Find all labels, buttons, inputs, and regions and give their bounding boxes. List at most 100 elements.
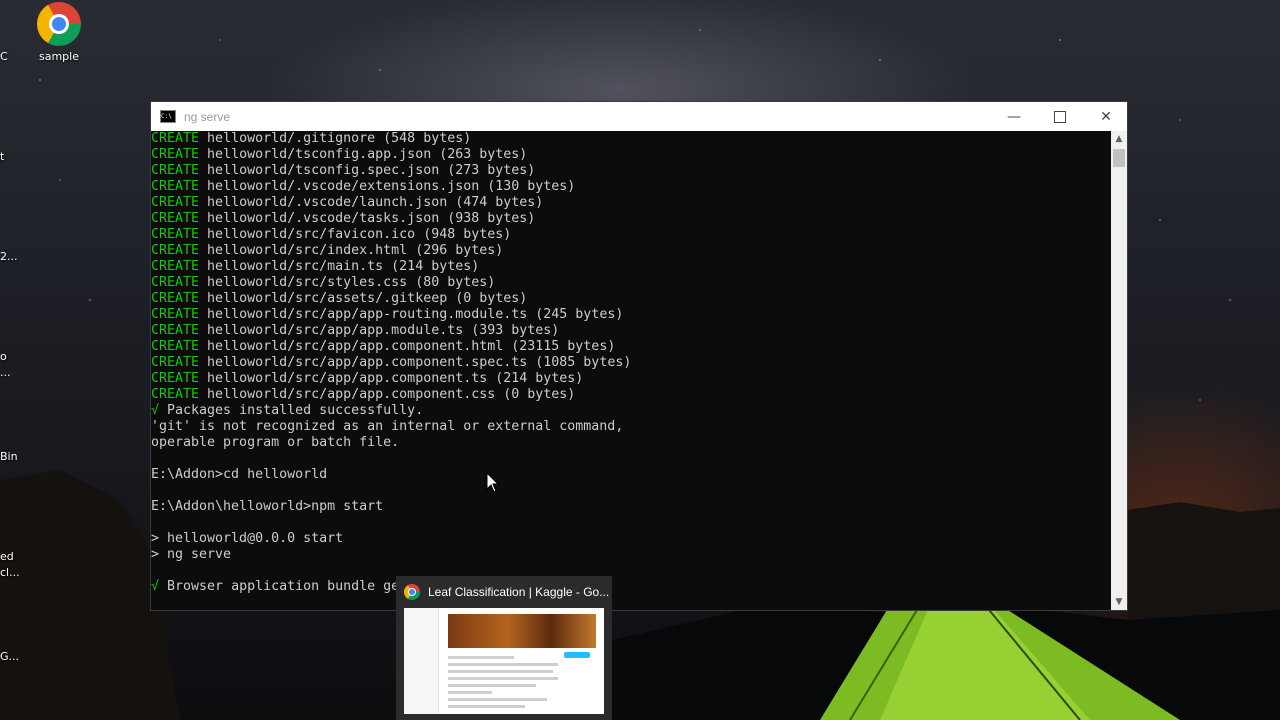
- console-line: 'git' is not recognized as an internal o…: [151, 419, 1112, 435]
- chrome-icon: [404, 583, 420, 600]
- desktop-edge-label[interactable]: ...: [0, 366, 11, 379]
- create-keyword: CREATE: [151, 179, 200, 194]
- desktop-edge-label[interactable]: 2...: [0, 250, 18, 263]
- console-line: CREATE helloworld/.vscode/launch.json (4…: [151, 195, 1112, 211]
- console-line: CREATE helloworld/src/app/app.component.…: [151, 371, 1112, 387]
- checkmark-icon: √: [151, 579, 160, 594]
- scroll-up-arrow-icon[interactable]: ▲: [1111, 131, 1127, 147]
- console-line-text: Packages installed successfully.: [159, 403, 424, 418]
- console-line: CREATE helloworld/src/favicon.ico (948 b…: [151, 227, 1112, 243]
- create-keyword: CREATE: [151, 147, 200, 162]
- window-titlebar[interactable]: C:\ ng serve — ✕: [151, 102, 1127, 131]
- desktop-edge-label[interactable]: ed: [0, 550, 14, 563]
- create-keyword: CREATE: [151, 339, 200, 354]
- taskbar-thumbnail-preview[interactable]: Leaf Classification | Kaggle - Go...: [396, 576, 612, 720]
- console-line: > ng serve: [151, 547, 1112, 563]
- console-line-text: helloworld/.gitignore (548 bytes): [199, 131, 472, 146]
- console-line: CREATE helloworld/src/app/app.component.…: [151, 355, 1112, 371]
- thumbnail-text-lines: [448, 656, 558, 712]
- desktop-edge-label[interactable]: G...: [0, 650, 19, 663]
- preview-header[interactable]: Leaf Classification | Kaggle - Go...: [396, 576, 612, 607]
- console-line: CREATE helloworld/.vscode/extensions.jso…: [151, 179, 1112, 195]
- create-keyword: CREATE: [151, 387, 200, 402]
- create-keyword: CREATE: [151, 307, 200, 322]
- checkmark-icon: √: [151, 403, 160, 418]
- console-line: CREATE helloworld/src/styles.css (80 byt…: [151, 275, 1112, 291]
- console-line-text: helloworld/src/app/app.component.ts (214…: [199, 371, 584, 386]
- console-line-text: helloworld/tsconfig.spec.json (273 bytes…: [199, 163, 536, 178]
- console-line-text: helloworld/src/main.ts (214 bytes): [199, 259, 480, 274]
- create-keyword: CREATE: [151, 211, 200, 226]
- cmd-icon: C:\: [160, 110, 176, 123]
- console-line: CREATE helloworld/tsconfig.app.json (263…: [151, 147, 1112, 163]
- mouse-pointer-icon: [486, 472, 500, 493]
- console-line-text: helloworld/.vscode/launch.json (474 byte…: [199, 195, 544, 210]
- console-line-text: > helloworld@0.0.0 start: [151, 531, 344, 546]
- console-line: E:\Addon>cd helloworld: [151, 467, 1112, 483]
- minimize-icon: —: [1007, 108, 1021, 125]
- console-line-text: E:\Addon\helloworld>npm start: [151, 499, 384, 514]
- close-button[interactable]: ✕: [1083, 102, 1129, 131]
- chrome-icon: [37, 2, 81, 46]
- scroll-down-arrow-icon[interactable]: ▼: [1111, 594, 1127, 610]
- desktop-shortcut-label: sample: [39, 50, 79, 63]
- create-keyword: CREATE: [151, 131, 200, 146]
- console-line-text: helloworld/.vscode/tasks.json (938 bytes…: [199, 211, 536, 226]
- console-line: √ Packages installed successfully.: [151, 403, 1112, 419]
- console-line: E:\Addon\helloworld>npm start: [151, 499, 1112, 515]
- glowing-tent: [820, 605, 1180, 720]
- maximize-button[interactable]: [1037, 102, 1083, 131]
- console-line: CREATE helloworld/src/assets/.gitkeep (0…: [151, 291, 1112, 307]
- thumbnail-sidebar: [404, 608, 439, 714]
- create-keyword: CREATE: [151, 275, 200, 290]
- console-line-text: 'git' is not recognized as an internal o…: [151, 419, 624, 434]
- create-keyword: CREATE: [151, 259, 200, 274]
- command-prompt-window[interactable]: C:\ ng serve — ✕ CREATE helloworld/.giti…: [150, 101, 1128, 611]
- console-line: > helloworld@0.0.0 start: [151, 531, 1112, 547]
- desktop-edge-label[interactable]: C: [0, 50, 8, 63]
- console-line-text: operable program or batch file.: [151, 435, 400, 450]
- console-line: operable program or batch file.: [151, 435, 1112, 451]
- desktop-shortcut-sample[interactable]: sample: [28, 2, 90, 63]
- console-line-text: helloworld/src/app/app.component.spec.ts…: [199, 355, 632, 370]
- desktop-edge-label[interactable]: cl...: [0, 566, 20, 579]
- console-line: CREATE helloworld/.gitignore (548 bytes): [151, 131, 1112, 147]
- create-keyword: CREATE: [151, 227, 200, 242]
- maximize-icon: [1054, 110, 1066, 123]
- console-line: CREATE helloworld/src/main.ts (214 bytes…: [151, 259, 1112, 275]
- console-line-text: helloworld/src/app/app.module.ts (393 by…: [199, 323, 560, 338]
- console-line: CREATE helloworld/src/app/app.component.…: [151, 339, 1112, 355]
- desktop-edge-label[interactable]: t: [0, 150, 4, 163]
- desktop-edge-label[interactable]: o: [0, 350, 7, 363]
- thumbnail-banner: [448, 614, 596, 648]
- console-line: CREATE helloworld/.vscode/tasks.json (93…: [151, 211, 1112, 227]
- console-line-text: helloworld/src/app/app.component.css (0 …: [199, 387, 576, 402]
- console-line-text: E:\Addon>cd helloworld: [151, 467, 328, 482]
- preview-thumbnail-image[interactable]: [404, 608, 604, 714]
- console-output[interactable]: CREATE helloworld/.gitignore (548 bytes)…: [151, 131, 1112, 610]
- console-line-text: > ng serve: [151, 547, 232, 562]
- console-line: √ Browser application bundle ge: [151, 579, 1112, 595]
- console-line-text: helloworld/.vscode/extensions.json (130 …: [199, 179, 576, 194]
- console-line-text: helloworld/src/styles.css (80 bytes): [199, 275, 496, 290]
- window-title: ng serve: [184, 109, 231, 124]
- console-line-text: helloworld/src/assets/.gitkeep (0 bytes): [199, 291, 528, 306]
- create-keyword: CREATE: [151, 291, 200, 306]
- create-keyword: CREATE: [151, 163, 200, 178]
- create-keyword: CREATE: [151, 195, 200, 210]
- desktop-edge-label[interactable]: Bin: [0, 450, 18, 463]
- vertical-scrollbar[interactable]: ▲ ▼: [1111, 131, 1127, 610]
- scroll-thumb[interactable]: [1113, 149, 1125, 167]
- console-line: CREATE helloworld/src/app/app-routing.mo…: [151, 307, 1112, 323]
- console-line: CREATE helloworld/src/app/app.component.…: [151, 387, 1112, 403]
- create-keyword: CREATE: [151, 355, 200, 370]
- console-line: CREATE helloworld/tsconfig.spec.json (27…: [151, 163, 1112, 179]
- console-line-text: Browser application bundle ge: [159, 579, 400, 594]
- console-line-text: helloworld/src/index.html (296 bytes): [199, 243, 504, 258]
- minimize-button[interactable]: —: [991, 102, 1037, 131]
- console-line-text: helloworld/src/app/app.component.html (2…: [199, 339, 616, 354]
